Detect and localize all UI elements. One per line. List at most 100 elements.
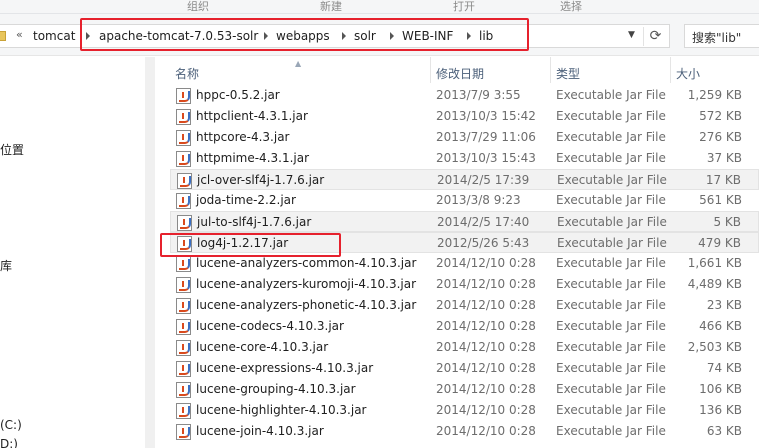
file-size: 106 KB xyxy=(699,382,742,396)
jar-file-icon xyxy=(176,193,191,209)
column-header-size[interactable]: 大小 xyxy=(670,57,759,83)
nav-item-drive-c[interactable]: (C:) xyxy=(0,418,22,432)
log4j-highlight-box xyxy=(160,233,341,257)
file-row[interactable]: lucene-analyzers-kuromoji-4.10.3.jar 2014… xyxy=(170,274,759,295)
jar-file-icon xyxy=(177,173,192,189)
file-date: 2013/10/3 15:42 xyxy=(436,109,536,123)
jar-file-icon xyxy=(176,424,191,440)
file-type: Executable Jar File xyxy=(557,173,667,187)
file-date: 2014/12/10 0:28 xyxy=(436,361,536,375)
file-name: httpclient-4.3.1.jar xyxy=(196,109,308,123)
file-size: 2,503 KB xyxy=(687,340,742,354)
file-row[interactable]: lucene-core-4.10.3.jar 2014/12/10 0:28 Exe… xyxy=(170,337,759,358)
file-row[interactable]: lucene-codecs-4.10.3.jar 2014/12/10 0:28 E… xyxy=(170,316,759,337)
column-header-modified[interactable]: 修改日期 xyxy=(430,57,550,83)
file-date: 2014/12/10 0:28 xyxy=(436,382,536,396)
file-type: Executable Jar File xyxy=(556,109,666,123)
jar-file-icon xyxy=(176,361,191,377)
file-row[interactable]: lucene-join-4.10.3.jar 2014/12/10 0:28 Exe… xyxy=(170,421,759,442)
file-type: Executable Jar File xyxy=(556,88,666,102)
nav-item-library[interactable]: 库 xyxy=(0,257,12,274)
nav-item-location[interactable]: 位置 xyxy=(0,141,24,158)
file-date: 2014/12/10 0:28 xyxy=(436,340,536,354)
column-header-modified-label: 修改日期 xyxy=(436,67,485,81)
file-row[interactable]: lucene-expressions-4.10.3.jar 2014/12/10 … xyxy=(170,358,759,379)
search-input[interactable]: 搜索"lib" xyxy=(684,24,759,48)
overflow-chevron-icon[interactable]: « xyxy=(16,28,23,41)
ribbon-group-organize: 组织 xyxy=(187,0,209,13)
file-size: 561 KB xyxy=(699,193,742,207)
file-type: Executable Jar File xyxy=(556,298,666,312)
file-name: lucene-analyzers-common-4.10.3.jar xyxy=(196,256,417,270)
file-date: 2014/12/10 0:28 xyxy=(436,298,536,312)
file-name: jul-to-slf4j-1.7.6.jar xyxy=(197,215,312,229)
file-date: 2014/2/5 17:39 xyxy=(437,173,530,187)
jar-file-icon xyxy=(176,319,191,335)
file-row[interactable]: jul-to-slf4j-1.7.6.jar 2014/2/5 17:40 Exec… xyxy=(170,211,759,232)
navigation-pane: 位置 库 (C:) D:) xyxy=(0,57,155,448)
file-date: 2013/3/8 9:23 xyxy=(436,193,521,207)
file-row[interactable]: lucene-highlighter-4.10.3.jar 2014/12/10 … xyxy=(170,400,759,421)
search-placeholder: 搜索"lib" xyxy=(692,31,742,45)
jar-file-icon xyxy=(176,130,191,146)
file-row[interactable]: lucene-grouping-4.10.3.jar 2014/12/10 0:2… xyxy=(170,379,759,400)
file-name: lucene-expressions-4.10.3.jar xyxy=(196,361,374,375)
file-size: 1,259 KB xyxy=(687,88,742,102)
ribbon-group-select: 选择 xyxy=(560,0,582,13)
file-size: 1,661 KB xyxy=(687,256,742,270)
file-name: lucene-join-4.10.3.jar xyxy=(196,424,324,438)
folder-icon xyxy=(0,31,6,41)
file-row[interactable]: httpmime-4.3.1.jar 2013/10/3 15:43 Executa… xyxy=(170,148,759,169)
file-type: Executable Jar File xyxy=(556,403,666,417)
refresh-icon[interactable]: ⟳ xyxy=(643,27,667,46)
jar-file-icon xyxy=(176,151,191,167)
column-header-type-label: 类型 xyxy=(556,67,581,81)
file-row[interactable]: hppc-0.5.2.jar 2013/7/9 3:55 Executable Ja… xyxy=(170,85,759,106)
file-date: 2013/7/9 3:55 xyxy=(436,88,521,102)
file-row[interactable]: httpcore-4.3.jar 2013/7/29 11:06 Executabl… xyxy=(170,127,759,148)
file-row[interactable]: jcl-over-slf4j-1.7.6.jar 2014/2/5 17:39 Ex… xyxy=(170,169,759,190)
file-type: Executable Jar File xyxy=(556,382,666,396)
file-name: lucene-analyzers-kuromoji-4.10.3.jar xyxy=(196,277,417,291)
file-row[interactable]: lucene-analyzers-phonetic-4.10.3.jar 2014… xyxy=(170,295,759,316)
file-size: 17 KB xyxy=(705,173,741,187)
file-type: Executable Jar File xyxy=(556,130,666,144)
ribbon-group-labels: 组织 新建 打开 选择 xyxy=(0,0,759,14)
file-name: hppc-0.5.2.jar xyxy=(196,88,280,102)
file-size: 479 KB xyxy=(698,236,741,250)
file-name: lucene-grouping-4.10.3.jar xyxy=(196,382,356,396)
file-date: 2013/10/3 15:43 xyxy=(436,151,536,165)
file-name: lucene-analyzers-phonetic-4.10.3.jar xyxy=(196,298,417,312)
file-type: Executable Jar File xyxy=(556,424,666,438)
jar-file-icon xyxy=(176,298,191,314)
file-date: 2014/2/5 17:40 xyxy=(437,215,530,229)
navigation-scrollbar[interactable] xyxy=(145,57,155,448)
column-header-name[interactable]: 名称 xyxy=(170,57,430,83)
file-name: joda-time-2.2.jar xyxy=(196,193,296,207)
file-type: Executable Jar File xyxy=(556,256,666,270)
file-name: jcl-over-slf4j-1.7.6.jar xyxy=(197,173,325,187)
ribbon-group-new: 新建 xyxy=(320,0,342,13)
file-row[interactable]: httpclient-4.3.1.jar 2013/10/3 15:42 Execu… xyxy=(170,106,759,127)
jar-file-icon xyxy=(176,256,191,272)
file-size: 5 KB xyxy=(713,215,741,229)
file-type: Executable Jar File xyxy=(557,215,667,229)
file-name: lucene-core-4.10.3.jar xyxy=(196,340,329,354)
file-date: 2014/12/10 0:28 xyxy=(436,256,536,270)
address-dropdown-icon[interactable]: ▼ xyxy=(628,30,635,40)
column-header-type[interactable]: 类型 xyxy=(550,57,670,83)
file-date: 2014/12/10 0:28 xyxy=(436,424,536,438)
breadcrumb-tomcat[interactable]: tomcat xyxy=(33,29,75,43)
file-row[interactable]: joda-time-2.2.jar 2013/3/8 9:23 Executable… xyxy=(170,190,759,211)
jar-file-icon xyxy=(176,382,191,398)
file-type: Executable Jar File xyxy=(556,151,666,165)
file-type: Executable Jar File xyxy=(556,277,666,291)
nav-item-drive-d[interactable]: D:) xyxy=(0,437,18,448)
file-size: 63 KB xyxy=(706,424,742,438)
jar-file-icon xyxy=(176,403,191,419)
file-date: 2013/7/29 11:06 xyxy=(436,130,536,144)
address-highlight-box xyxy=(80,18,529,51)
file-size: 23 KB xyxy=(706,298,742,312)
jar-file-icon xyxy=(176,340,191,356)
file-size: 4,489 KB xyxy=(687,277,742,291)
